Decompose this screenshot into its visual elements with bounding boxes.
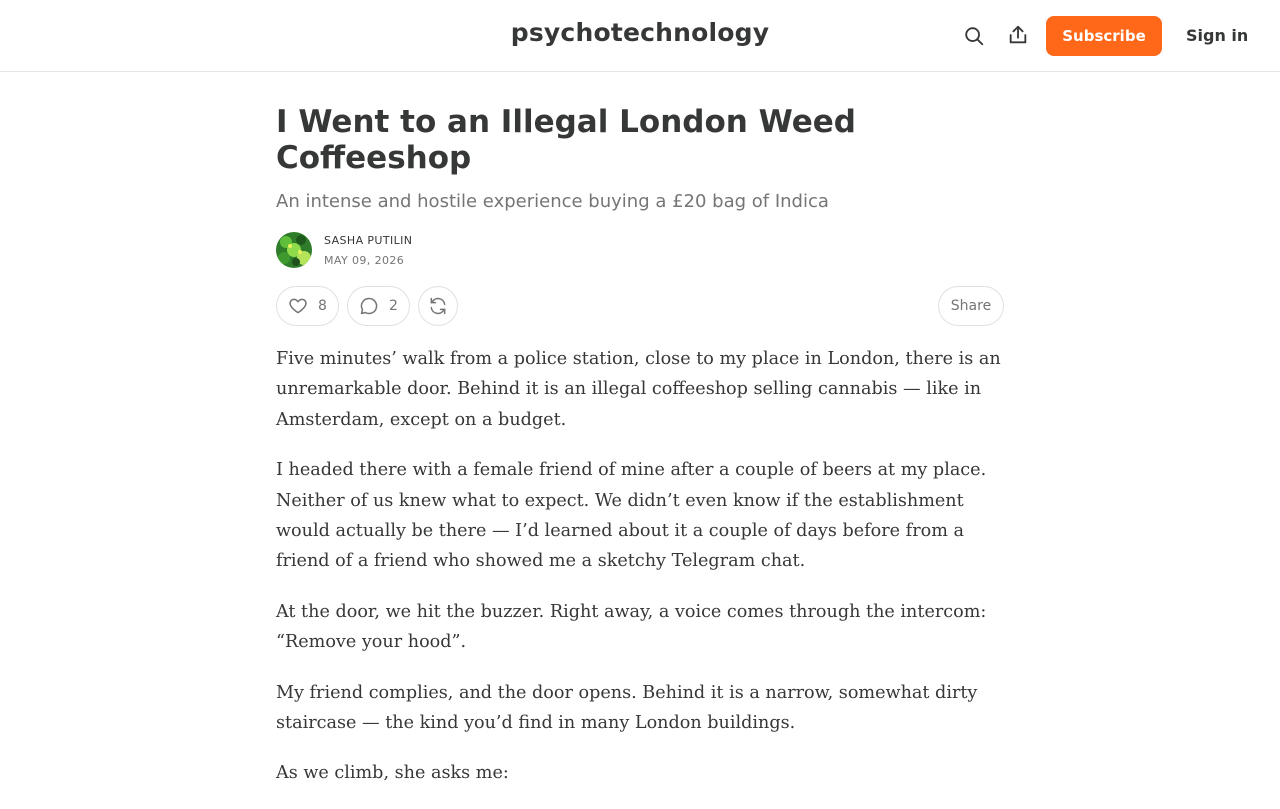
like-count: 8 [318,298,327,314]
comment-button[interactable]: 2 [347,286,410,326]
paragraph: My friend complies, and the door opens. … [276,682,978,734]
restack-icon [430,297,446,315]
author-name[interactable]: SASHA PUTILIN [324,234,412,247]
post-body: Five minutes’ walk from a police station… [276,344,1004,789]
post-title: I Went to an Illegal London Weed Coffees… [276,104,856,176]
search-icon [965,27,984,46]
like-button[interactable]: 8 [276,286,339,326]
heart-icon [289,298,307,314]
restack-button[interactable] [418,286,458,326]
author-avatar[interactable] [276,232,312,268]
paragraph: At the door, we hit the buzzer. Right aw… [276,601,987,653]
paragraph: Five minutes’ walk from a police station… [276,349,1001,430]
share-icon [1009,25,1027,44]
sign-in-link[interactable]: Sign in [1186,26,1248,45]
search-button[interactable] [960,22,988,50]
byline: SASHA PUTILIN MAY 09, 2026 [276,232,1004,268]
comment-icon [360,297,378,315]
post-subtitle: An intense and hostile experience buying… [276,191,829,212]
share-post-button[interactable] [1004,21,1032,49]
top-navigation-bar: psychotechnology Subscribe Sign in [0,0,1280,72]
article: I Went to an Illegal London Weed Coffees… [276,104,1004,809]
post-actions: 8 2 Share [276,286,1004,326]
paragraph: As we climb, she asks me: [276,763,509,784]
paragraph: I headed there with a female friend of m… [276,460,987,572]
comment-count: 2 [389,298,398,314]
post-date: MAY 09, 2026 [324,254,405,267]
subscribe-button[interactable]: Subscribe [1046,16,1162,56]
share-button[interactable]: Share [938,286,1004,326]
